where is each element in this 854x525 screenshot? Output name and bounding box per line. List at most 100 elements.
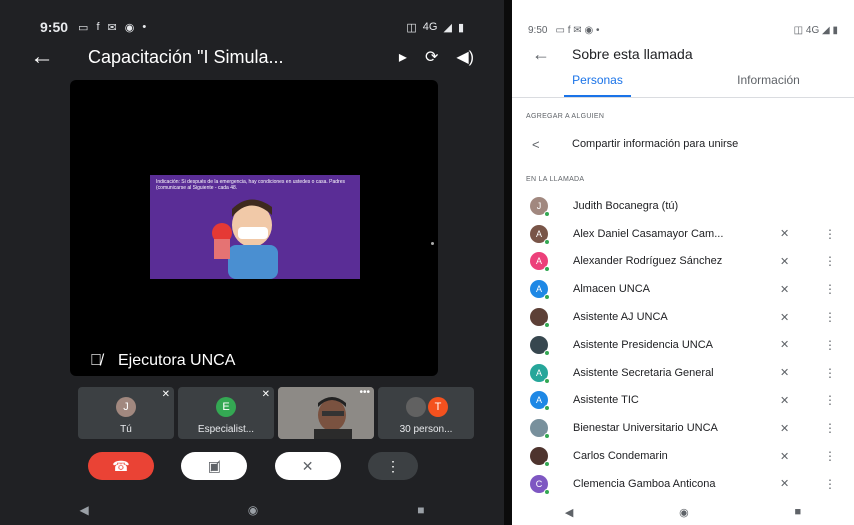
avatar-initial: A [535,256,542,267]
more-options-button[interactable]: ⋮ [367,452,418,480]
call-details-screen: 9:50 ▭ f ✉ ◉ • ◫ 4G ◢ ▮ ← Sobre esta lla… [512,0,854,525]
android-navbar: ◀ ◉ ■ [512,499,854,525]
avatar-initial: A [535,228,542,239]
call-title[interactable]: Capacitación "I Simula... [88,47,381,68]
more-vert-icon[interactable]: ⋮ [824,282,836,296]
online-indicator [544,294,550,301]
online-indicator [544,210,550,217]
hang-up-button[interactable]: ☎ [88,452,154,480]
list-item[interactable]: J Judith Bocanegra (tú) [512,192,854,220]
more-vert-icon[interactable]: ⋮ [824,338,836,352]
list-item[interactable]: Asistente AJ UNCA ✕ ⋮ [512,303,854,331]
add-section-header: AGREGAR A ALGUIEN [526,113,605,120]
status-bar: 9:50 ▭ f ✉ ◉ • ◫ 4G ◢ ▮ [528,22,838,38]
screen-divider [504,0,512,525]
overflow-dot [431,242,434,245]
mail-icon: ✉ [573,24,585,36]
nav-back-icon[interactable]: ◀ [80,503,89,517]
presentation-stage: Indicación: Si después de la emergencia,… [70,80,438,376]
online-indicator [544,322,550,329]
mic-off-icon: ✕ [780,478,790,491]
tab-personas[interactable]: Personas [512,73,683,97]
avatar-initial: J [536,200,542,211]
avatar: T [428,397,448,417]
network-label: 4G [422,21,438,33]
online-indicator [544,377,550,384]
thumbnail-participant[interactable]: ✕ E Especialist... [178,387,274,439]
list-item[interactable]: A Alexander Rodríguez Sánchez ✕ ⋮ [512,248,854,276]
vibrate-icon: ◫ [793,24,806,36]
avatar-photo [530,308,550,329]
back-arrow-icon[interactable]: ← [30,43,70,71]
cast-icon: ▭ [555,24,568,36]
nav-home-icon[interactable]: ◉ [679,506,689,519]
mic-off-icon: ✕ [301,457,314,474]
app-icon: ◉ • [584,24,600,36]
nav-recents-icon[interactable]: ■ [794,506,801,518]
mic-toggle-button[interactable]: ✕ [274,452,341,480]
camera-toggle-button[interactable]: ▣̸ [181,452,248,480]
speaker-icon[interactable]: ◀) [456,47,474,67]
nav-back-icon[interactable]: ◀ [565,506,573,519]
nav-home-icon[interactable]: ◉ [248,503,258,517]
list-item[interactable]: A Alex Daniel Casamayor Cam... ✕ ⋮ [512,220,854,248]
vibrate-icon: ◫ [406,21,417,34]
list-item[interactable]: Carlos Condemarin ✕ ⋮ [512,442,854,470]
more-vert-icon[interactable]: ⋮ [824,366,836,380]
share-info-row[interactable]: < Compartir información para unirse [532,133,834,155]
list-item[interactable]: A Almacen UNCA ✕ ⋮ [512,275,854,303]
nav-recents-icon[interactable]: ■ [417,503,424,517]
avatar: C [530,474,550,495]
mic-off-icon: ✕ [261,389,270,400]
thumbnail-video[interactable]: ••• [278,387,374,439]
status-bar: 9:50 ▭ f ✉ ◉ • ◫ 4G ◢ ▮ [40,18,464,36]
mic-off-icon: ✕ [780,228,790,241]
thumbnail-label: 30 person... [399,424,453,435]
video-off-icon: ▣̸ [207,457,221,474]
mic-off-icon: ✕ [780,422,790,435]
share-label: Compartir información para unirse [572,138,739,150]
list-item[interactable]: Asistente Presidencia UNCA ✕ ⋮ [512,331,854,359]
more-vert-icon[interactable]: ⋮ [824,393,836,407]
tab-informacion[interactable]: Información [683,73,854,95]
avatar: A [530,363,550,384]
page-title: Sobre esta llamada [572,46,693,62]
more-vert-icon[interactable]: ⋮ [824,421,836,435]
online-indicator [544,433,550,440]
avatar-initial: A [535,395,542,406]
tab-divider [512,97,854,98]
call-controls: ☎ ▣̸ ✕ ⋮ [88,452,418,480]
participant-name: Clemencia Gamboa Anticona [573,477,716,490]
mic-off-icon: 🎙̸ [90,352,102,369]
participant-name: Judith Bocanegra (tú) [573,199,679,212]
more-vert-icon[interactable]: ⋮ [824,254,836,268]
switch-camera-icon[interactable]: ⟳ [425,47,438,67]
mic-off-icon: ✕ [780,339,790,352]
participant-name: Asistente Presidencia UNCA [573,338,714,351]
more-vert-icon[interactable]: ⋮ [824,227,836,241]
more-vert-icon[interactable]: ⋮ [824,477,836,491]
avatar: J [116,397,136,417]
avatar-initial: A [535,367,542,378]
participant-name: Asistente AJ UNCA [573,311,668,324]
avatar: A [530,391,550,412]
app-icon: ◉ [124,21,135,34]
list-item[interactable]: A Asistente TIC ✕ ⋮ [512,387,854,415]
android-navbar: ◀ ◉ ■ [0,495,504,525]
participant-thumbnails: ✕ J Tú ✕ E Especialist... ••• T 30 perso… [78,387,474,439]
mic-off-icon: ✕ [780,394,790,407]
list-item[interactable]: A Asistente Secretaria General ✕ ⋮ [512,359,854,387]
mascot-illustration [212,199,278,279]
more-vert-icon[interactable]: ⋮ [824,310,836,324]
meet-call-screen: 9:50 ▭ f ✉ ◉ • ◫ 4G ◢ ▮ ← Capacitación "… [0,0,504,525]
more-icon[interactable]: ••• [359,387,370,398]
back-arrow-icon[interactable]: ← [532,44,572,65]
thumbnail-self[interactable]: ✕ J Tú [78,387,174,439]
facebook-icon: f [96,21,100,33]
thumbnail-others[interactable]: T 30 person... [378,387,474,439]
mic-off-icon: ✕ [161,389,170,400]
more-vert-icon[interactable]: ⋮ [824,449,836,463]
chevron-right-icon[interactable]: ▸ [399,47,407,67]
list-item[interactable]: C Clemencia Gamboa Anticona ✕ ⋮ [512,470,854,498]
list-item[interactable]: Bienestar Universitario UNCA ✕ ⋮ [512,414,854,442]
